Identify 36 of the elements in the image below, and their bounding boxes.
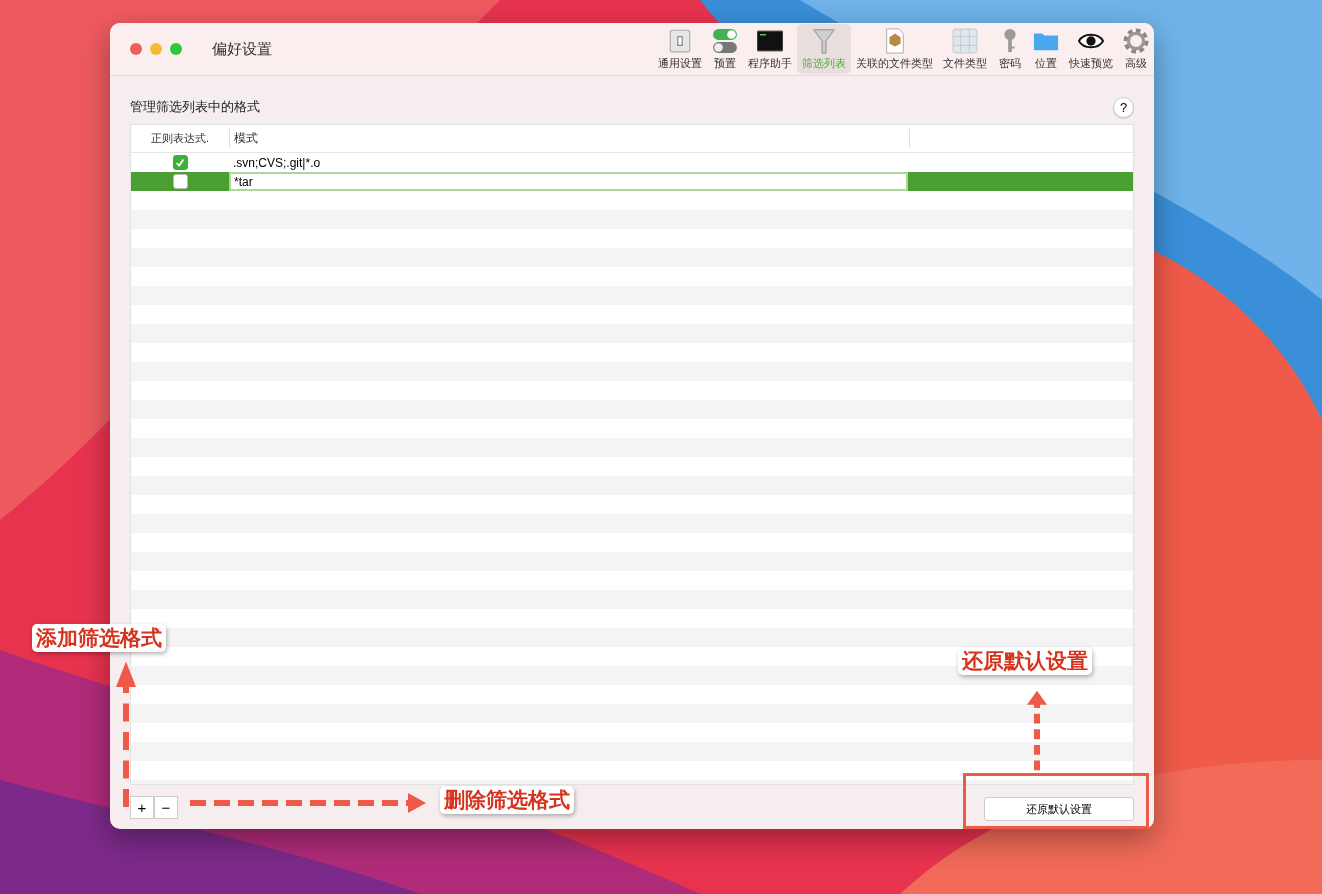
toolbar-tab[interactable]: 高级 <box>1118 24 1154 74</box>
terminal-icon <box>757 28 783 54</box>
toolbar-tab[interactable]: 通用设置 <box>653 24 707 74</box>
window-title: 偏好设置 <box>212 39 272 59</box>
add-button[interactable]: + <box>130 795 154 819</box>
toolbar-tab[interactable]: 关联的文件类型 <box>851 24 938 74</box>
annotation-label: 还原默认设置 <box>958 647 1092 675</box>
table-row[interactable]: .svn;CVS;.git|*.o <box>131 153 1133 172</box>
funnel-icon <box>811 28 837 54</box>
annotation-label: 删除筛选格式 <box>440 786 574 814</box>
table-row[interactable]: *tar <box>131 172 1133 191</box>
close-button[interactable] <box>130 43 142 55</box>
remove-button[interactable]: − <box>154 795 178 819</box>
checkbox[interactable] <box>172 155 188 170</box>
minimize-button[interactable] <box>150 43 162 55</box>
toolbar-tab[interactable]: 预置 <box>707 24 743 74</box>
zoom-button[interactable] <box>170 43 182 55</box>
table-cell: .svn;CVS;.git|*.o <box>233 155 321 170</box>
gear-icon <box>1123 28 1149 54</box>
toolbar-tab[interactable]: 快速预览 <box>1064 24 1118 74</box>
column-header[interactable]: 模式 <box>229 129 910 148</box>
column-header[interactable]: 正则表达式. <box>131 129 229 148</box>
toolbar-tab[interactable]: 密码 <box>992 24 1028 74</box>
section-heading: 管理筛选列表中的格式 <box>130 98 260 116</box>
grid-icon <box>952 28 978 54</box>
toggles-icon <box>712 28 738 54</box>
restore-defaults-button[interactable]: 还原默认设置 <box>984 797 1134 821</box>
help-button[interactable]: ? <box>1113 96 1134 118</box>
toolbar-tab[interactable]: 位置 <box>1028 24 1064 74</box>
switch-icon <box>667 28 693 54</box>
checkbox[interactable] <box>172 174 188 189</box>
toolbar-tab[interactable]: 程序助手 <box>743 24 797 74</box>
toolbar-tab[interactable]: 文件类型 <box>938 24 992 74</box>
annotation-label: 添加筛选格式 <box>32 624 166 652</box>
checkmark-icon <box>174 156 186 169</box>
pattern-input[interactable]: *tar <box>229 172 908 191</box>
